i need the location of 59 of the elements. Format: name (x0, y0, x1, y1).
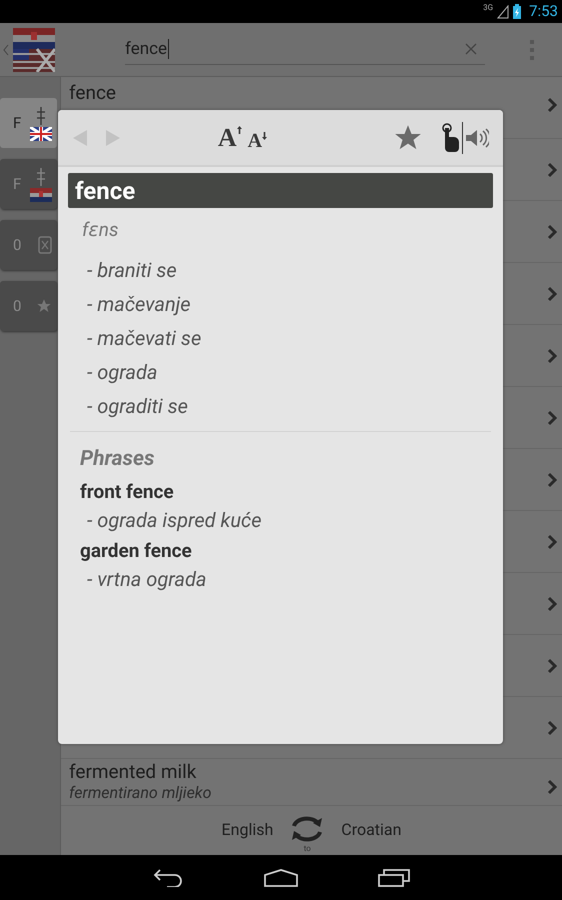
font-larger-button[interactable]: A (218, 124, 242, 150)
arrow-down-icon (262, 132, 268, 140)
sidebar-tab[interactable]: 0 (0, 220, 57, 270)
flag-icon (30, 188, 52, 202)
home-icon[interactable] (264, 868, 298, 886)
speaker-icon[interactable] (465, 128, 489, 148)
chevron-right-icon (547, 658, 557, 674)
translation: - ograda (87, 358, 158, 384)
chevron-right-icon (547, 286, 557, 302)
entry-translation: fermentirano mljieko (69, 782, 212, 803)
flags-logo-icon[interactable] (13, 28, 55, 72)
chevron-right-icon (547, 720, 557, 736)
close-icon[interactable] (465, 43, 477, 55)
phrase-translation: - vrtna ograda (87, 566, 208, 593)
alphabet-icon (36, 166, 46, 186)
font-smaller-button[interactable]: A (248, 130, 268, 150)
chevron-right-icon (547, 410, 557, 426)
recent-apps-icon[interactable] (378, 868, 410, 886)
back-icon[interactable] (152, 868, 184, 886)
chevron-right-icon (547, 534, 557, 550)
sidebar-tab[interactable]: F (0, 159, 57, 209)
flag-icon (30, 126, 52, 140)
phrase: front fence (80, 479, 175, 505)
chevron-right-icon (547, 596, 557, 612)
chevron-right-icon (547, 779, 557, 795)
chevron-right-icon (547, 348, 557, 364)
pronunciation: fɛns (82, 217, 120, 243)
translation: - ograditi se (87, 392, 189, 418)
star-icon[interactable] (394, 124, 422, 151)
battery-icon (513, 4, 522, 19)
chevron-right-icon (547, 97, 557, 113)
arrow-up-icon (236, 126, 242, 134)
entry-title[interactable]: fence (69, 79, 116, 108)
translation: - mačevanje (87, 290, 192, 316)
clock: 7:53 (529, 1, 558, 22)
signal-icon (497, 4, 510, 18)
document-icon (38, 236, 52, 254)
network-label: 3G (483, 2, 494, 14)
tap-hand-icon[interactable] (440, 122, 460, 152)
alphabet-icon (36, 106, 46, 126)
swap-icon[interactable] (290, 815, 324, 843)
translation: - braniti se (87, 256, 178, 282)
sidebar-tab[interactable]: 0 (0, 281, 57, 331)
back-caret-icon[interactable] (3, 44, 9, 56)
phrase: garden fence (80, 538, 193, 564)
entry-title[interactable]: fermented milk (69, 761, 212, 782)
chevron-right-icon (547, 224, 557, 240)
chevron-right-icon (547, 162, 557, 178)
headword: fence (68, 173, 493, 208)
to-label: to (304, 843, 311, 855)
search-field[interactable]: fence (125, 34, 485, 64)
target-language-button[interactable]: Croatian (341, 818, 402, 842)
source-language-button[interactable]: English (222, 818, 274, 842)
phrases-heading: Phrases (80, 446, 156, 472)
star-icon (36, 298, 52, 314)
sidebar-tab[interactable]: F (0, 98, 57, 148)
translation: - mačevati se (87, 324, 202, 350)
phrase-translation: - ograda ispred kuće (87, 507, 262, 534)
chevron-right-icon (547, 472, 557, 488)
